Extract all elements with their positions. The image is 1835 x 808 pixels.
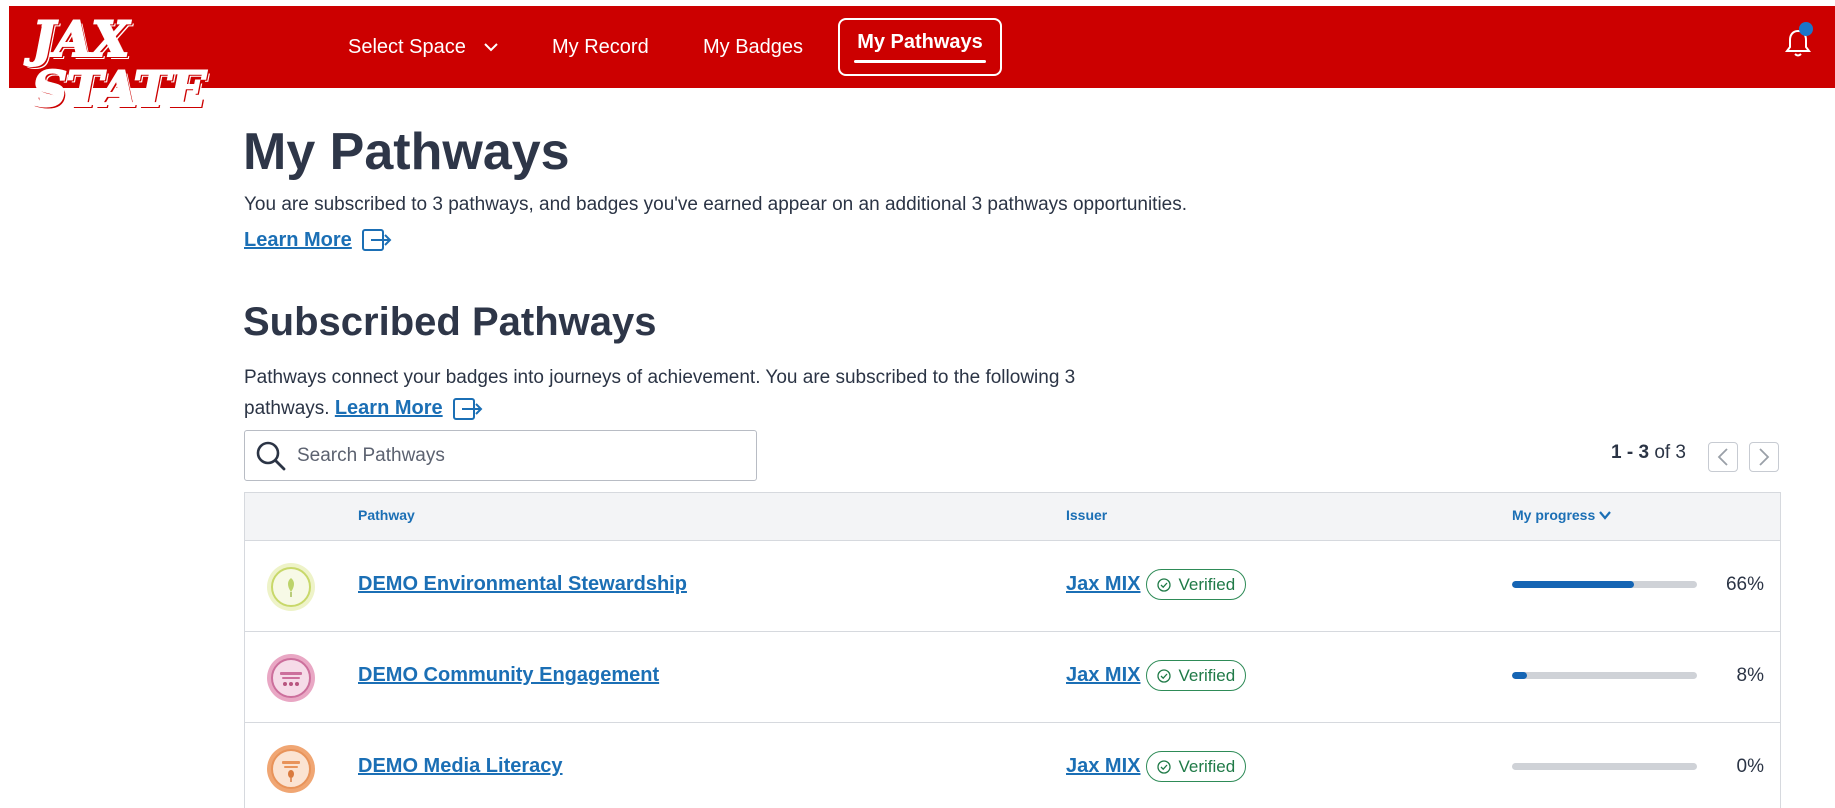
pagination-summary: 1 - 3 of 3	[1611, 442, 1686, 464]
active-nav-underline	[854, 60, 986, 63]
progress-percent: 0%	[1736, 756, 1764, 777]
verified-label: Verified	[1178, 574, 1236, 594]
column-header-my-progress[interactable]: My progress	[1512, 507, 1612, 523]
progress-bar-fill	[1512, 581, 1635, 588]
pathways-intro-text: You are subscribed to 3 pathways, and ba…	[244, 194, 1188, 215]
external-link-icon	[361, 229, 392, 251]
verified-check-icon	[1157, 577, 1172, 592]
issuer-link[interactable]: Jax MIX	[1066, 664, 1140, 687]
table-row: DEMO Environmental Stewardship Jax MIX V…	[245, 541, 1780, 632]
chevron-right-icon	[1759, 448, 1770, 466]
subscribed-pathways-description: Pathways connect your badges into journe…	[244, 362, 1144, 424]
description-line-1: Pathways connect your badges into journe…	[244, 367, 1076, 388]
table-header: Pathway Issuer My progress	[245, 493, 1780, 541]
pathway-link[interactable]: DEMO Media Literacy	[358, 755, 563, 778]
issuer-cell: Jax MIX Verified	[1066, 751, 1247, 782]
logo-subtitle: Jacksonville State University.	[32, 113, 263, 129]
description-line-2: pathways.	[244, 398, 330, 419]
table-row: DEMO Community Engagement Jax MIX Verifi…	[245, 632, 1780, 723]
chevron-left-icon	[1717, 448, 1728, 466]
verified-badge: Verified	[1146, 569, 1247, 600]
select-space-label: Select Space	[348, 35, 466, 58]
progress-percent: 66%	[1725, 574, 1764, 595]
verified-check-icon	[1157, 668, 1172, 683]
issuer-link[interactable]: Jax MIX	[1066, 573, 1140, 596]
table-row: DEMO Media Literacy Jax MIX Verified 0%	[245, 723, 1780, 808]
environmental-badge-icon	[267, 563, 315, 611]
pagination-range: 1 - 3	[1611, 442, 1650, 463]
top-navigation-bar: JAX STATE Jacksonville State University.…	[9, 6, 1835, 129]
learn-more-label: Learn More	[244, 228, 352, 251]
verified-check-icon	[1157, 759, 1172, 774]
media-literacy-badge-icon	[267, 745, 315, 793]
search-pathways-box[interactable]	[244, 430, 757, 481]
nav-my-pathways-label: My Pathways	[857, 31, 983, 53]
community-badge-icon	[267, 654, 315, 702]
progress-bar	[1512, 581, 1697, 588]
issuer-cell: Jax MIX Verified	[1066, 569, 1247, 600]
learn-more-link[interactable]: Learn More	[244, 228, 393, 252]
progress-percent: 8%	[1736, 665, 1764, 686]
verified-badge: Verified	[1146, 660, 1247, 691]
chevron-down-icon	[1599, 511, 1612, 520]
search-icon	[256, 441, 286, 470]
issuer-link[interactable]: Jax MIX	[1066, 755, 1140, 778]
pathways-table: Pathway Issuer My progress DEMO Environm…	[244, 492, 1781, 808]
issuer-cell: Jax MIX Verified	[1066, 660, 1247, 691]
notification-dot	[1799, 22, 1813, 36]
verified-badge: Verified	[1146, 751, 1247, 782]
progress-bar-fill	[1512, 672, 1527, 679]
pathway-link[interactable]: DEMO Community Engagement	[358, 664, 659, 687]
verified-label: Verified	[1178, 756, 1236, 776]
column-header-issuer: Issuer	[1066, 507, 1108, 523]
chevron-down-icon	[484, 43, 498, 52]
external-link-icon	[452, 397, 483, 420]
column-header-pathway: Pathway	[358, 507, 415, 523]
previous-page-button[interactable]	[1708, 442, 1738, 472]
progress-bar	[1512, 672, 1697, 679]
pagination-total: of 3	[1654, 442, 1687, 463]
select-space-dropdown[interactable]: Select Space	[348, 6, 498, 88]
my-progress-label: My progress	[1512, 507, 1596, 523]
nav-my-pathways[interactable]: My Pathways	[838, 18, 1002, 76]
verified-label: Verified	[1178, 665, 1236, 685]
learn-more-link-2[interactable]: Learn More	[335, 397, 443, 419]
subscribed-pathways-title: Subscribed Pathways	[243, 300, 657, 344]
nav-my-badges[interactable]: My Badges	[703, 6, 803, 88]
progress-bar	[1512, 763, 1697, 770]
page-title: My Pathways	[243, 123, 570, 181]
main-nav: Select Space My Record My Badges My Path…	[9, 6, 1835, 88]
nav-my-record[interactable]: My Record	[552, 6, 649, 88]
pathway-link[interactable]: DEMO Environmental Stewardship	[358, 573, 687, 596]
next-page-button[interactable]	[1749, 442, 1779, 472]
search-pathways-input[interactable]	[297, 444, 737, 467]
